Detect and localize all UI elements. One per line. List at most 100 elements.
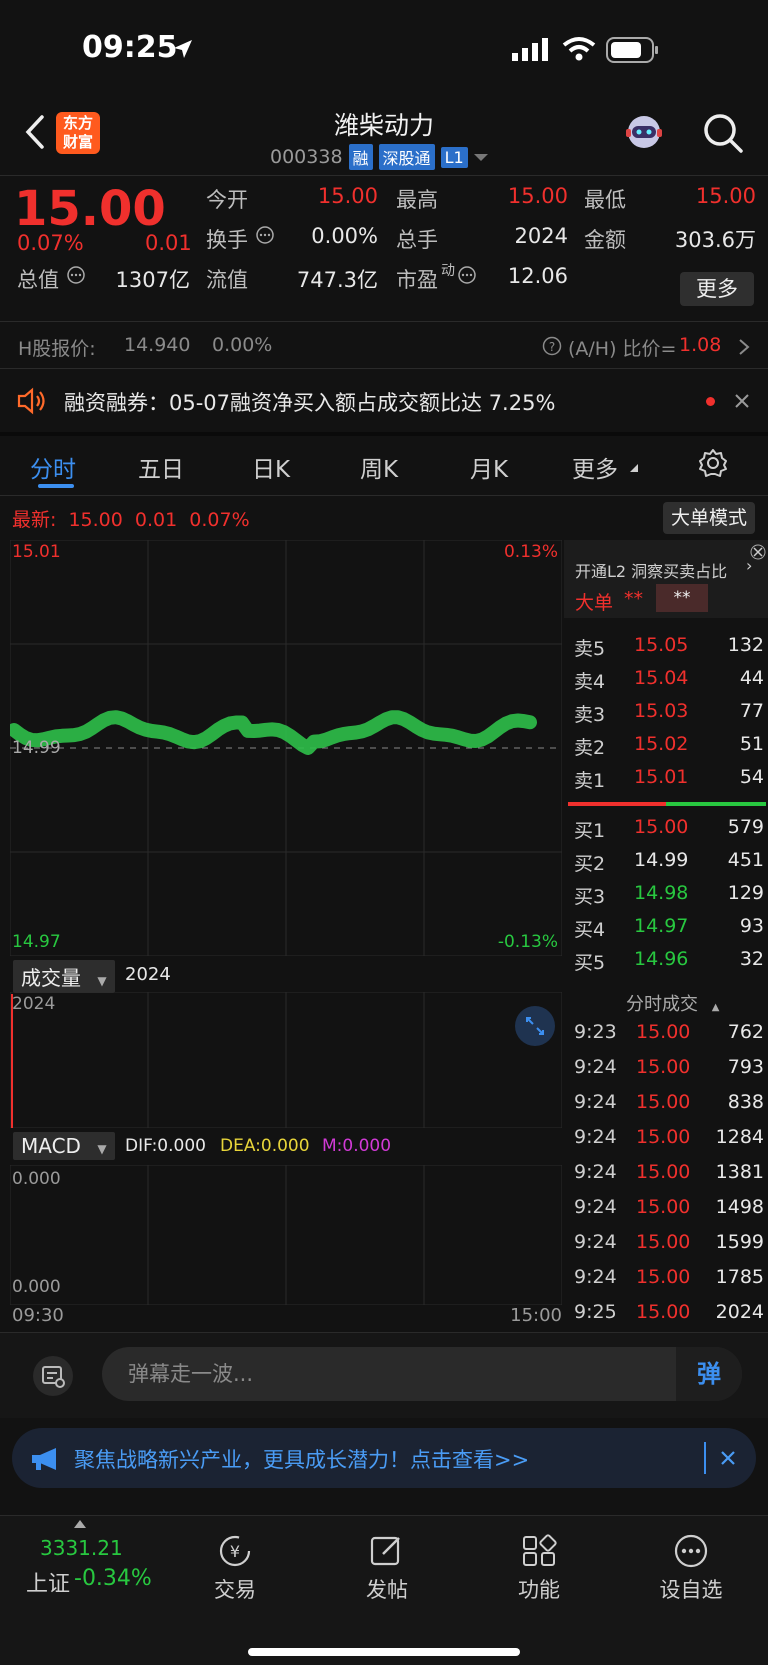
price-chart-svg (7, 539, 563, 957)
volume-indicator-select[interactable]: 成交量 ▼ (13, 960, 115, 993)
low-label: 最低 (584, 188, 626, 212)
tick-price: 15.00 (636, 1056, 691, 1078)
macd-dif: DIF:0.000 (125, 1136, 206, 1156)
ask-row[interactable]: 卖3 15.03 77 (574, 700, 764, 727)
bid-row[interactable]: 买4 14.97 93 (574, 915, 764, 942)
bid-label: 买5 (574, 952, 606, 974)
tab-weekly-k[interactable]: 周K (360, 450, 398, 484)
ask-row[interactable]: 卖4 15.04 44 (574, 667, 764, 694)
news-text: 融资融券：05-07融资净买入额占成交额比达 7.25% (64, 391, 556, 415)
stock-subline[interactable]: 000338 融 深股通 L1 (270, 144, 488, 170)
y-axis-bottom: 14.97 (12, 932, 61, 952)
macd-chart[interactable]: 0.000 0.000 (9, 1164, 563, 1325)
volume-label: 总手 (396, 228, 438, 252)
big-order-mode-button[interactable]: 大单模式 (663, 502, 755, 534)
close-icon[interactable] (734, 393, 750, 409)
caret-up-icon (74, 1520, 86, 1528)
unread-dot (706, 397, 715, 406)
amount-value: 303.6万 (674, 228, 756, 252)
index-ticker[interactable]: 3331.21 上证 -0.34% (0, 1516, 160, 1626)
ticks-title[interactable]: 分时成交 ▲ (626, 990, 719, 1016)
ask-row[interactable]: 卖1 15.01 54 (574, 766, 764, 793)
pct-axis-top: 0.13% (503, 542, 558, 562)
tab-five-day[interactable]: 五日 (138, 450, 184, 484)
bid-label: 买4 (574, 919, 606, 941)
nav-functions[interactable]: 功能 (484, 1534, 594, 1604)
bid-row[interactable]: 买5 14.96 32 (574, 948, 764, 975)
volume-chart[interactable]: 2024 (9, 991, 563, 1129)
bid-label: 买2 (574, 853, 606, 875)
danmaku-input[interactable]: 弹幕走一波... (102, 1347, 742, 1401)
quote-panel: 15.00 0.07% 0.01 今开 15.00 最高 15.00 最低 15… (0, 175, 768, 320)
danmaku-settings-icon[interactable] (32, 1355, 74, 1397)
macd-axis-bottom: 0.000 (12, 1277, 61, 1297)
index-name: 上证 (26, 1572, 71, 1597)
bid-label: 买1 (574, 820, 606, 842)
search-icon[interactable] (702, 112, 744, 154)
nav-trade[interactable]: ¥ 交易 (180, 1534, 290, 1604)
hshare-row[interactable]: H股报价: 14.940 0.00% ? (A/H) 比价= 1.08 (0, 321, 768, 369)
ask-volume: 51 (739, 733, 764, 755)
ask-row[interactable]: 卖5 15.05 132 (574, 634, 764, 661)
hshare-price: 14.940 (124, 334, 191, 356)
expand-chart-button[interactable] (515, 1006, 555, 1046)
tick-row: 9:24 15.00 1599 (574, 1231, 768, 1253)
tab-intraday[interactable]: 分时 (30, 450, 76, 484)
close-icon[interactable] (720, 1450, 736, 1466)
location-arrow-icon (174, 40, 192, 58)
float-value: 747.3亿 (296, 268, 378, 292)
tab-monthly-k[interactable]: 月K (470, 450, 508, 484)
nav-add-watchlist[interactable]: 设自选 (636, 1534, 746, 1604)
more-button[interactable]: 更多 (680, 272, 754, 306)
robot-assistant-icon[interactable] (622, 112, 666, 154)
danmaku-send-button[interactable]: 弹 (676, 1347, 742, 1401)
tick-volume: 762 (727, 1021, 764, 1043)
ah-label: (A/H) 比价= (568, 338, 677, 360)
ask-price: 15.01 (634, 766, 689, 788)
tick-row: 9:24 15.00 1381 (574, 1161, 768, 1183)
intraday-price-chart[interactable]: 15.01 14.99 14.97 0.13% -0.13% (7, 539, 563, 957)
latest-price: 15.00 (68, 509, 123, 531)
ask-row[interactable]: 卖2 15.02 51 (574, 733, 764, 760)
info-dots-icon[interactable] (66, 265, 86, 285)
tick-row: 9:25 15.00 2024 (574, 1301, 768, 1323)
nav-post[interactable]: 发帖 (332, 1534, 442, 1604)
margin-news-bar[interactable]: 融资融券：05-07融资净买入额占成交额比达 7.25% (0, 370, 768, 432)
tick-price: 15.00 (636, 1301, 691, 1323)
info-dots-icon[interactable] (255, 225, 275, 245)
bid-row[interactable]: 买2 14.99 451 (574, 849, 764, 876)
settings-gear-icon[interactable] (698, 448, 728, 478)
bid-price: 14.96 (634, 948, 689, 970)
macd-indicator-select[interactable]: MACD ▼ (13, 1132, 115, 1160)
ah-value: 1.08 (679, 334, 722, 356)
tab-daily-k[interactable]: 日K (252, 450, 290, 484)
tick-row: 9:24 15.00 1498 (574, 1196, 768, 1218)
ask-price: 15.03 (634, 700, 689, 722)
ask-label: 卖4 (574, 671, 606, 693)
tick-time: 9:24 (574, 1196, 617, 1218)
l2-promo[interactable]: 开通L2 洞察买卖占比 › 大单 ** ** (564, 540, 768, 618)
bid-volume: 451 (727, 849, 764, 871)
help-icon[interactable]: ? (542, 336, 562, 356)
bid-row[interactable]: 买1 15.00 579 (574, 816, 764, 843)
ask-label: 卖5 (574, 638, 606, 660)
tab-more[interactable]: 更多 (572, 450, 618, 484)
nav-post-label: 发帖 (366, 1578, 408, 1602)
dropdown-caret-icon: ▼ (97, 974, 107, 988)
bid-label: 买3 (574, 886, 606, 908)
bid-price: 14.97 (634, 915, 689, 937)
info-dots-icon[interactable] (457, 265, 477, 285)
tick-price: 15.00 (636, 1126, 691, 1148)
nav-trade-label: 交易 (214, 1578, 256, 1602)
bid-row[interactable]: 买3 14.98 129 (574, 882, 764, 909)
l2-promo-text: 开通L2 洞察买卖占比 (575, 562, 728, 581)
tag-margin: 融 (348, 144, 373, 170)
change-amount: 0.01 (145, 231, 192, 255)
battery-icon (606, 37, 658, 63)
tick-volume: 1284 (715, 1126, 764, 1148)
bid-volume: 93 (739, 915, 764, 937)
promo-banner[interactable]: 聚焦战略新兴产业，更具成长潜力！点击查看>> (12, 1428, 756, 1488)
close-icon[interactable] (750, 544, 766, 560)
tick-price: 15.00 (636, 1231, 691, 1253)
mktcap-label: 总值 (17, 268, 59, 292)
